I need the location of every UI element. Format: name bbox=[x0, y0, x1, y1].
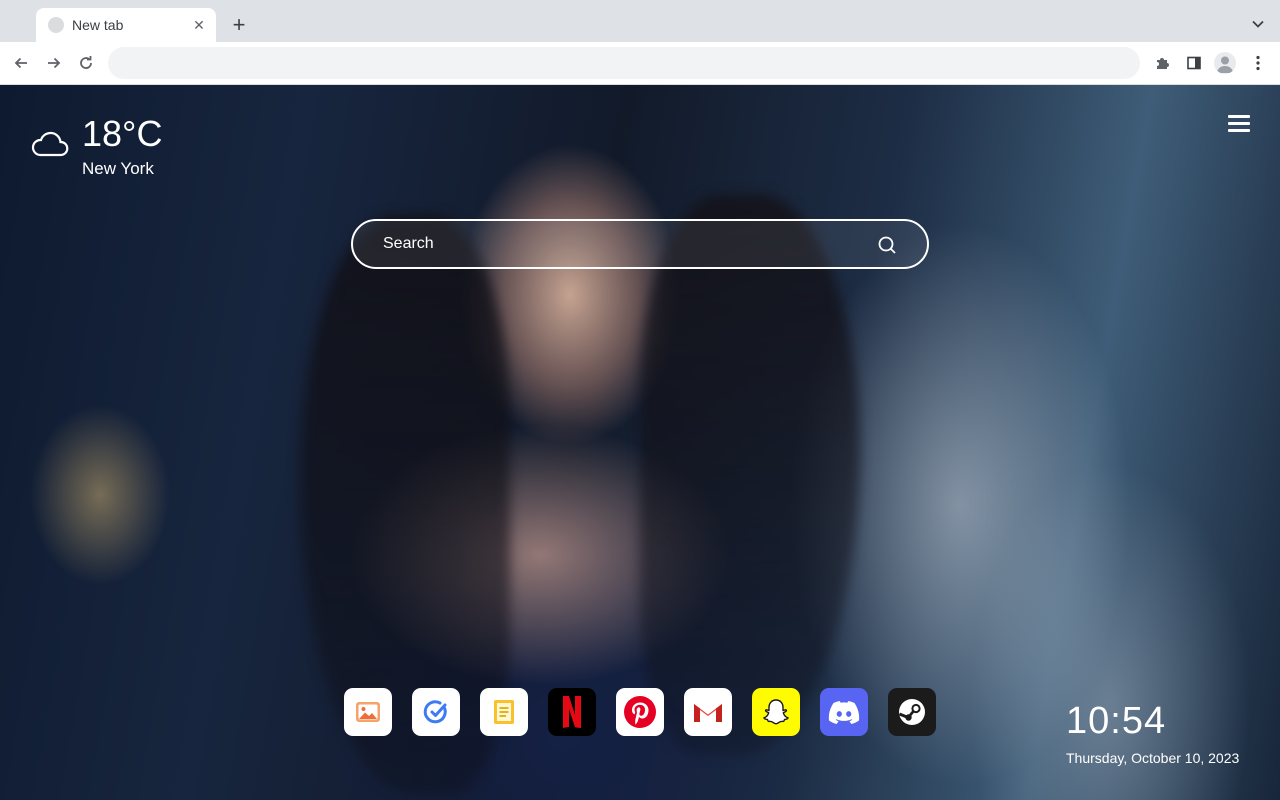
search-box bbox=[351, 219, 929, 269]
new-tab-page: 18°C New York Search 10:54 Thursday, Oct… bbox=[0, 85, 1280, 800]
back-button[interactable] bbox=[8, 50, 34, 76]
app-dock bbox=[344, 688, 936, 736]
netflix-app[interactable] bbox=[548, 688, 596, 736]
tab-favicon-icon bbox=[48, 17, 64, 33]
notes-app[interactable] bbox=[480, 688, 528, 736]
new-tab-button[interactable]: + bbox=[226, 12, 252, 38]
address-bar[interactable] bbox=[108, 47, 1140, 79]
tab-close-button[interactable]: ✕ bbox=[190, 16, 208, 34]
notes-icon bbox=[494, 700, 514, 724]
extensions-button[interactable] bbox=[1150, 51, 1174, 75]
puzzle-icon bbox=[1157, 58, 1169, 69]
chevron-down-icon bbox=[1252, 20, 1264, 28]
tasks-app[interactable] bbox=[412, 688, 460, 736]
browser-menu-button[interactable] bbox=[1246, 51, 1270, 75]
hamburger-icon bbox=[1228, 122, 1250, 125]
search-icon[interactable] bbox=[877, 235, 897, 255]
tab-search-button[interactable] bbox=[1246, 12, 1270, 36]
netflix-icon bbox=[563, 696, 581, 728]
tab-title: New tab bbox=[72, 17, 124, 33]
pinterest-icon bbox=[624, 696, 656, 728]
wallpaper-shape bbox=[640, 195, 860, 755]
more-vertical-icon bbox=[1256, 55, 1260, 71]
pinterest-app[interactable] bbox=[616, 688, 664, 736]
discord-app[interactable] bbox=[820, 688, 868, 736]
hamburger-icon bbox=[1228, 115, 1250, 118]
hamburger-icon bbox=[1228, 129, 1250, 132]
cloud-icon bbox=[31, 131, 69, 157]
tab-new-tab[interactable]: New tab ✕ bbox=[36, 8, 216, 42]
snapchat-app[interactable] bbox=[752, 688, 800, 736]
image-icon bbox=[356, 702, 380, 722]
check-circle-icon bbox=[423, 700, 447, 724]
gmail-icon bbox=[694, 704, 722, 722]
gmail-app[interactable] bbox=[684, 688, 732, 736]
side-panel-icon bbox=[1187, 56, 1201, 70]
reload-icon bbox=[80, 56, 92, 69]
temperature: 18°C bbox=[82, 113, 163, 154]
page-menu-button[interactable] bbox=[1228, 115, 1250, 133]
tab-strip: New tab ✕ + bbox=[0, 0, 1280, 42]
search-input[interactable] bbox=[353, 221, 927, 267]
snapchat-icon bbox=[763, 699, 789, 725]
forward-button[interactable] bbox=[41, 50, 67, 76]
arrow-right-icon bbox=[48, 57, 61, 69]
clock-time: 10:54 bbox=[1066, 700, 1167, 742]
discord-icon bbox=[828, 701, 860, 724]
side-panel-button[interactable] bbox=[1182, 51, 1206, 75]
clock-date: Thursday, October 10, 2023 bbox=[1066, 750, 1240, 766]
browser-toolbar bbox=[0, 42, 1280, 85]
avatar bbox=[1214, 52, 1236, 74]
profile-button[interactable] bbox=[1213, 51, 1237, 75]
steam-app[interactable] bbox=[888, 688, 936, 736]
arrow-left-icon bbox=[14, 57, 27, 69]
steam-icon bbox=[898, 699, 925, 725]
person-icon bbox=[1217, 56, 1233, 73]
city-name: New York bbox=[82, 159, 154, 178]
reload-button[interactable] bbox=[73, 50, 99, 76]
photos-app[interactable] bbox=[344, 688, 392, 736]
